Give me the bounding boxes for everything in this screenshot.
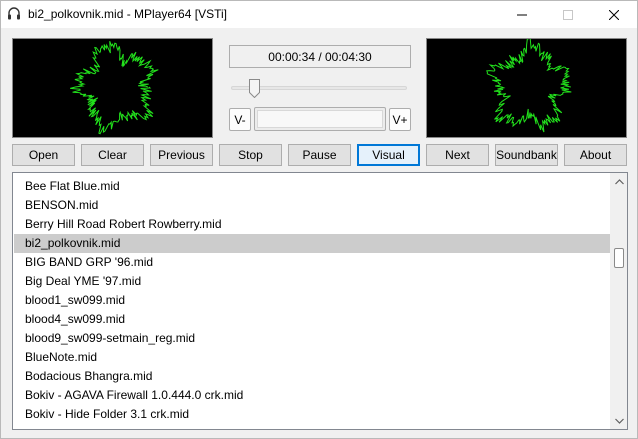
playlist-item[interactable]: Bokiv - Hide Folder 3.1 crk.mid (14, 405, 611, 424)
playlist-item[interactable]: BENSON.mid (14, 196, 611, 215)
maximize-button[interactable] (545, 1, 591, 28)
volume-fill (257, 110, 383, 128)
scroll-down-button[interactable] (611, 412, 627, 429)
soundbank-button[interactable]: Soundbank (495, 144, 558, 166)
volume-bar[interactable] (254, 107, 386, 131)
seek-thumb[interactable] (248, 79, 260, 99)
playlist[interactable]: Bee Flat Blue.mid BENSON.mid Berry Hill Ro… (12, 172, 628, 430)
stop-button[interactable]: Stop (219, 144, 282, 166)
playlist-item[interactable]: BIG BAND GRP '96.mid (14, 253, 611, 272)
playlist-item[interactable]: Berry Hill Road Robert Rowberry.mid (14, 215, 611, 234)
main-window: bi2_polkovnik.mid - MPlayer64 [VSTi] 00:… (0, 0, 638, 439)
close-button[interactable] (591, 1, 637, 28)
playlist-scrollbar[interactable] (610, 173, 627, 429)
pause-button[interactable]: Pause (288, 144, 351, 166)
playlist-item[interactable]: blood1_sw099.mid (14, 291, 611, 310)
seek-slider[interactable] (231, 79, 407, 99)
playlist-item[interactable]: BlueNote.mid (14, 348, 611, 367)
volume-down-button[interactable]: V- (229, 108, 251, 131)
scroll-thumb[interactable] (614, 248, 624, 268)
playlist-item[interactable]: Bodacious Bhangra.mid (14, 367, 611, 386)
next-button[interactable]: Next (426, 144, 489, 166)
playlist-item[interactable]: bi2_polkovnik.mid (14, 234, 611, 253)
volume-up-button[interactable]: V+ (389, 108, 411, 131)
waveform-trace (486, 34, 572, 133)
playlist-item[interactable]: Bee Flat Blue.mid (14, 177, 611, 196)
headphones-icon (6, 6, 22, 22)
minimize-icon (517, 14, 527, 15)
playlist-item[interactable]: Bokiv - AGAVA Firewall 1.0.444.0 crk.mid (14, 386, 611, 405)
window-title: bi2_polkovnik.mid - MPlayer64 [VSTi] (28, 7, 227, 21)
title-bar[interactable]: bi2_polkovnik.mid - MPlayer64 [VSTi] (1, 1, 637, 28)
about-button[interactable]: About (564, 144, 627, 166)
close-icon (609, 9, 619, 20)
open-button[interactable]: Open (12, 144, 75, 166)
visual-button[interactable]: Visual (357, 144, 420, 166)
playlist-items: Bee Flat Blue.mid BENSON.mid Berry Hill Ro… (14, 177, 611, 424)
playlist-item[interactable]: blood4_sw099.mid (14, 310, 611, 329)
scroll-up-button[interactable] (611, 173, 627, 190)
visualizer-left (12, 38, 213, 138)
playlist-item[interactable]: blood9_sw099-setmain_reg.mid (14, 329, 611, 348)
maximize-icon (563, 9, 573, 20)
chevron-up-icon (615, 178, 624, 184)
waveform-trace (70, 41, 159, 135)
clear-button[interactable]: Clear (81, 144, 144, 166)
visualizer-right (426, 34, 627, 138)
chevron-down-icon (615, 418, 624, 424)
previous-button[interactable]: Previous (150, 144, 213, 166)
time-display: 00:00:34 / 00:04:30 (229, 45, 411, 68)
playlist-item[interactable]: Big Deal YME '97.mid (14, 272, 611, 291)
minimize-button[interactable] (499, 1, 545, 28)
